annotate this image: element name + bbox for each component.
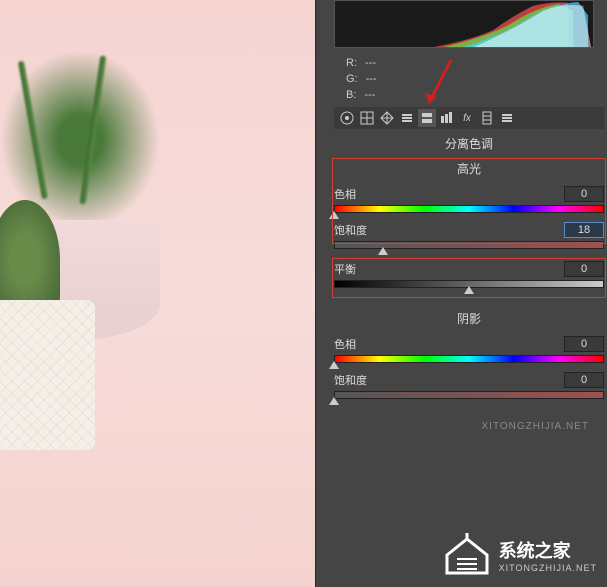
logo: 系统之家 XITONGZHIJIA.NET [443,533,597,577]
shadows-hue-value[interactable]: 0 [564,336,604,352]
hsl-tab-icon[interactable] [398,109,416,127]
balance-label: 平衡 [334,261,384,277]
highlights-sat-slider[interactable] [334,241,604,253]
lens-tab-icon[interactable] [438,109,456,127]
highlights-title: 高光 [334,160,604,177]
basic-tab-icon[interactable] [338,109,356,127]
calibration-tab-icon[interactable] [478,109,496,127]
panel-title: 分离色调 [334,135,604,152]
g-label: G: [346,71,358,87]
shadows-title: 阴影 [334,310,604,327]
shadows-section: 阴影 色相 0 饱和度 0 [334,310,604,407]
split-toning-tab-icon[interactable] [418,109,436,127]
b-value: --- [364,87,375,103]
logo-subtext: XITONGZHIJIA.NET [499,563,597,573]
shadows-hue-label: 色相 [334,336,384,352]
b-label: B: [346,87,356,103]
watermark-text: XITONGZHIJIA.NET [482,421,590,432]
annotation-arrow [421,55,456,110]
shadows-sat-slider[interactable] [334,391,604,403]
g-value: --- [366,71,377,87]
highlights-hue-label: 色相 [334,186,384,202]
shadows-sat-value[interactable]: 0 [564,372,604,388]
image-canvas [0,0,315,587]
balance-slider[interactable] [334,280,604,292]
highlights-sat-label: 饱和度 [334,222,384,238]
adjustment-tabs: fx [334,107,604,129]
shadows-hue-slider[interactable] [334,355,604,367]
detail-tab-icon[interactable] [378,109,396,127]
logo-text: 系统之家 [499,537,597,563]
highlights-hue-slider[interactable] [334,205,604,217]
highlights-sat-value[interactable]: 18 [564,222,604,238]
r-label: R: [346,55,357,71]
histogram[interactable] [334,0,594,48]
balance-value[interactable]: 0 [564,261,604,277]
adjustments-panel: R: --- G: --- B: --- fx 分离色调 高光 色相 0 饱和度 18 [315,0,607,587]
plant-pot-2 [0,200,110,450]
shadows-sat-label: 饱和度 [334,372,384,388]
fx-tab-icon[interactable]: fx [458,109,476,127]
rgb-readout: R: --- G: --- B: --- [346,55,377,103]
highlights-hue-value[interactable]: 0 [564,186,604,202]
balance-section: 平衡 0 [334,260,604,296]
tone-curve-tab-icon[interactable] [358,109,376,127]
highlights-section: 高光 色相 0 饱和度 18 [334,160,604,257]
presets-tab-icon[interactable] [498,109,516,127]
r-value: --- [365,55,376,71]
logo-house-icon [443,533,491,577]
